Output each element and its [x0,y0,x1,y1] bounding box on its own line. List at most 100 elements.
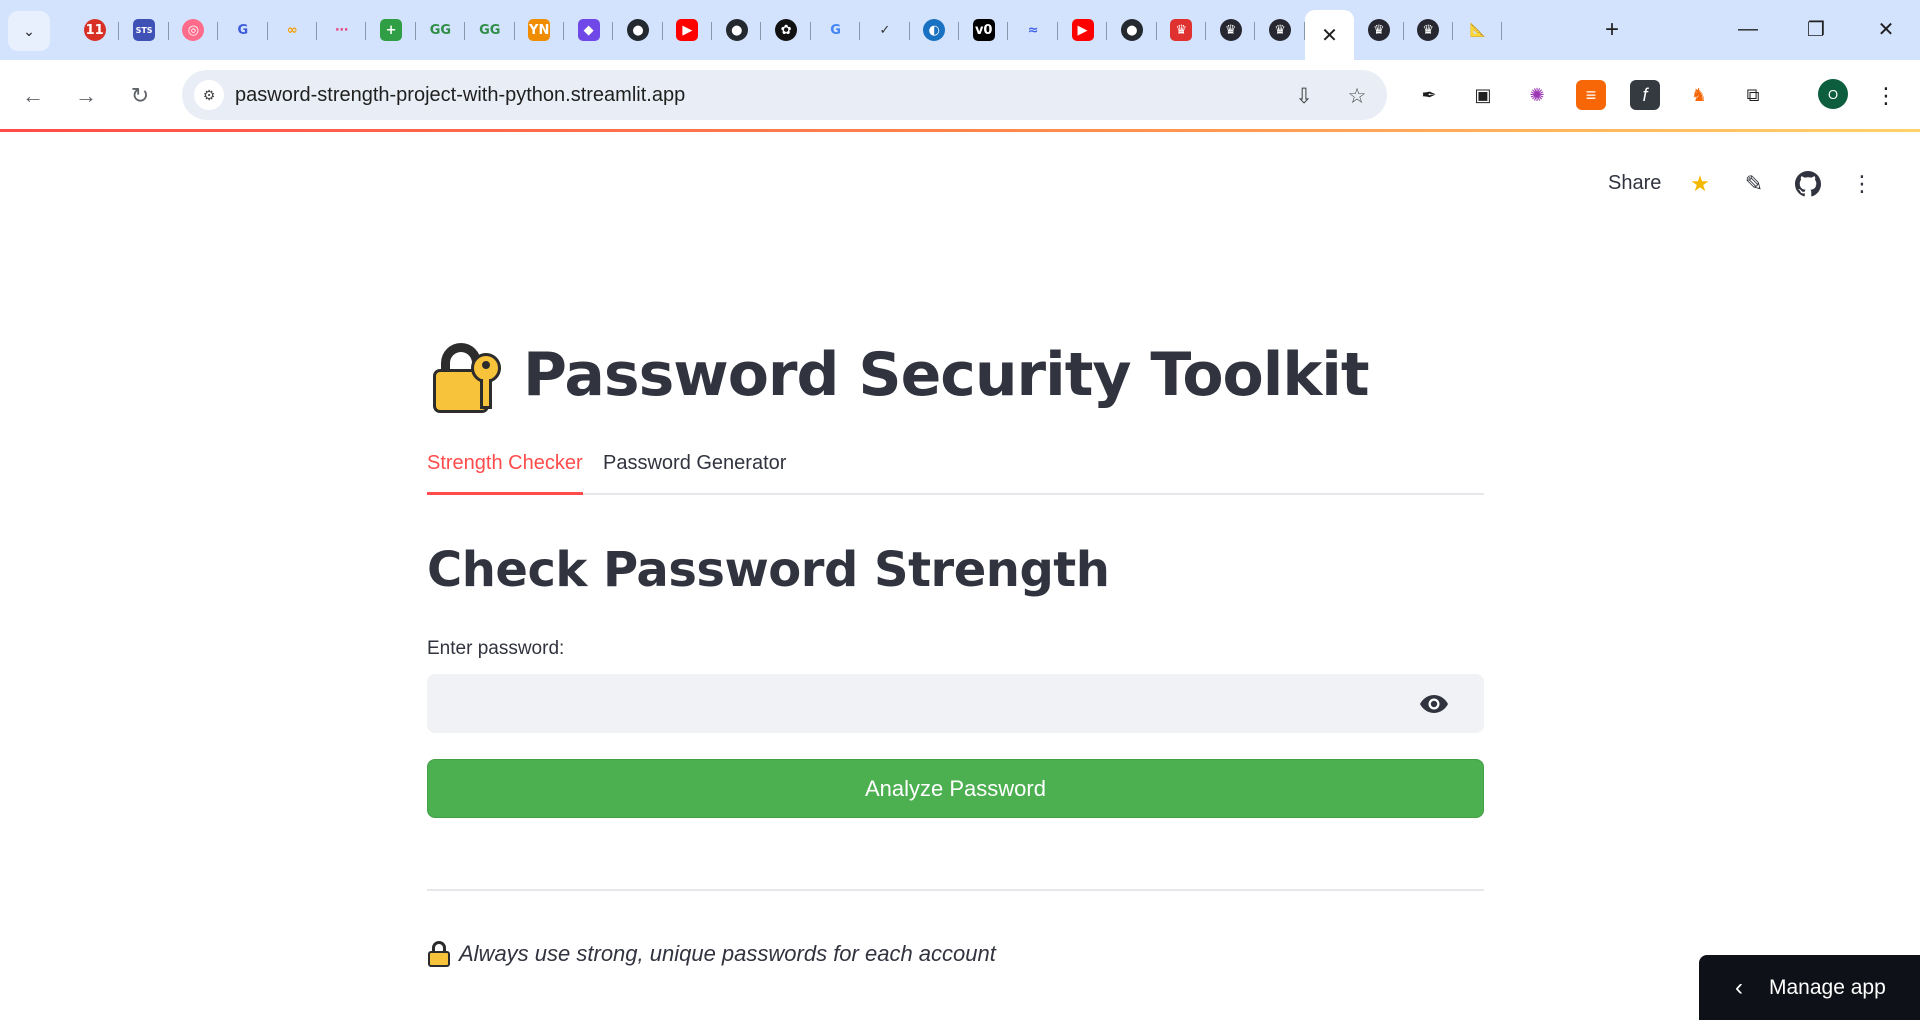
github-icon: ● [626,19,649,41]
browser-tab[interactable]: YN [515,10,565,50]
streamlit-crown-icon: ♛ [1367,19,1390,41]
formula-icon: f [1642,84,1648,105]
browser-tab[interactable]: ● [712,10,762,50]
browser-tab[interactable]: ● [613,10,664,50]
reload-button[interactable]: ↻ [122,78,158,114]
minimize-button[interactable]: — [1720,0,1776,58]
app-menu-button[interactable]: ⋮ [1846,168,1878,200]
kebab-menu-icon: ⋮ [1875,83,1897,108]
notes-icon: ≡ [1585,84,1597,105]
pencil-icon: ✎ [1744,171,1764,196]
browser-tab[interactable]: + [366,10,417,50]
restore-button[interactable]: ❐ [1788,0,1844,58]
browser-tab[interactable]: STS [119,10,170,50]
browser-tab[interactable]: ◐ [910,10,960,50]
chevron-left-icon: ‹ [1735,973,1743,1001]
puzzle-icon: ⧉ [1746,84,1760,105]
browser-menu-button[interactable]: ⋮ [1868,78,1904,114]
close-icon: ✕ [1877,18,1895,41]
browser-tab[interactable]: ✿ [761,10,812,50]
site-info-button[interactable]: ⚙ [194,80,224,110]
browser-tab[interactable]: ♛ [1157,10,1207,50]
browser-tab[interactable]: ♛ [1354,10,1404,50]
v0-icon: v0 [972,19,995,41]
tab-strength-checker[interactable]: Strength Checker [427,452,583,495]
browser-tab[interactable]: 📐 [1453,10,1503,50]
geeksforgeeks-icon: GG [429,22,452,38]
eyedropper-icon: ✒ [1421,84,1437,105]
star-filled-icon: ★ [1690,171,1710,196]
image-icon: ▣ [1474,84,1492,105]
browser-tab[interactable]: ● [1107,10,1157,50]
install-icon: ⇩ [1295,84,1313,108]
title-row: Password Security Toolkit [427,330,1369,420]
ruler-triangle-icon: 📐 [1469,22,1486,38]
reload-icon: ↻ [130,83,150,108]
password-input[interactable] [427,674,1407,733]
address-bar[interactable]: ⚙ pasword-strength-project-with-python.s… [182,70,1387,120]
install-app-button[interactable]: ⇩ [1290,82,1318,110]
extension-image[interactable]: ▣ [1468,80,1498,110]
sts-icon: STS [133,19,156,41]
yn-icon: YN [528,19,551,41]
browser-tab[interactable]: GG [416,10,466,50]
browser-tab-active[interactable]: ✕ [1304,10,1355,60]
browser-tab[interactable]: ♛ [1206,10,1256,50]
edit-button[interactable]: ✎ [1738,168,1770,200]
github-icon: ● [1120,19,1143,41]
back-button[interactable]: ← [15,78,51,114]
profile-avatar[interactable]: O [1818,79,1848,109]
eye-icon [1420,695,1448,713]
browser-tab[interactable]: ▶ [663,10,713,50]
extension-chess[interactable]: ♞ [1684,80,1714,110]
share-button[interactable]: Share [1608,172,1661,195]
browser-tab[interactable]: ◎ [169,10,219,50]
tab-password-generator[interactable]: Password Generator [603,452,786,495]
bookmark-button[interactable]: ☆ [1343,82,1371,110]
close-icon[interactable]: ✕ [1321,23,1338,48]
divider [427,889,1484,891]
browser-tab[interactable]: G [811,10,861,50]
extension-formula[interactable]: f [1630,80,1660,110]
extension-notes[interactable]: ≡ [1576,80,1606,110]
browser-tab[interactable]: ✓ [860,10,911,50]
password-field-label: Enter password: [427,638,565,659]
favorite-button[interactable]: ★ [1684,168,1716,200]
crown-red-icon: ♛ [1170,19,1193,41]
check-swoosh-icon: ✓ [879,22,891,38]
deepseek-whale-icon: ≈ [1027,22,1039,38]
google-icon: G [830,22,841,38]
browser-tab[interactable]: ♛ [1404,10,1454,50]
footer-note-text: Always use strong, unique passwords for … [459,941,996,966]
url-text[interactable]: pasword-strength-project-with-python.str… [235,84,685,107]
browser-tab[interactable]: ∞ [268,10,318,50]
close-window-button[interactable]: ✕ [1858,0,1914,58]
browser-tab[interactable]: G [218,10,268,50]
analyze-password-button[interactable]: Analyze Password [427,759,1484,818]
tab-bar: Strength Checker Password Generator [427,442,1484,495]
github-icon [1795,171,1821,197]
extension-brain[interactable]: ✺ [1522,80,1552,110]
browser-tab[interactable]: ⋯ [317,10,367,50]
new-tab-button[interactable]: + [1594,12,1630,48]
forward-button[interactable]: → [68,78,104,114]
browser-toolbar: ← → ↻ ⚙ pasword-strength-project-with-py… [0,60,1920,131]
arrow-right-icon: → [75,83,97,108]
browser-tab[interactable]: ◆ [564,10,614,50]
browser-tab[interactable]: v0 [959,10,1009,50]
github-button[interactable] [1792,168,1824,200]
browser-tab[interactable]: ▶ [1058,10,1108,50]
arrow-left-icon: ← [22,83,44,108]
extensions-menu-button[interactable]: ⧉ [1738,80,1768,110]
browser-tab[interactable]: ♛ [1255,10,1306,50]
extension-eyedropper[interactable]: ✒ [1414,80,1444,110]
show-password-button[interactable] [1418,689,1450,719]
browser-tab[interactable]: GG [465,10,515,50]
tab-search-button[interactable]: ⌄ [8,11,50,51]
geeksforgeeks-icon: GG [479,22,501,38]
browser-tab[interactable]: 11 [70,10,120,50]
password-field[interactable] [427,674,1484,733]
manage-app-button[interactable]: ‹ Manage app [1699,955,1920,1020]
browser-tab[interactable]: ≈ [1008,10,1059,50]
tune-icon: ⚙ [202,86,216,103]
